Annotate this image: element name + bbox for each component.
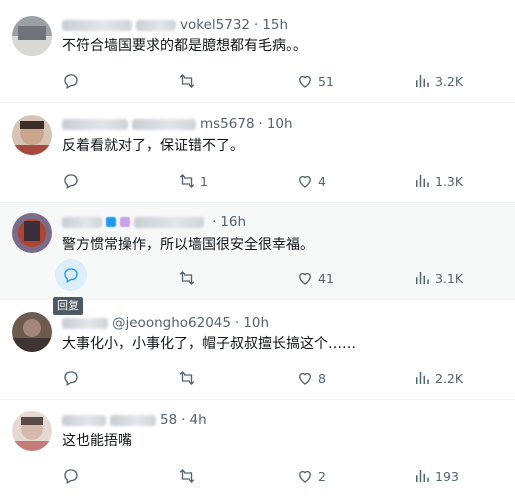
- handle[interactable]: ms5678: [200, 115, 255, 133]
- reply-icon: [62, 72, 80, 90]
- reply-text: 不符合墙国要求的都是臆想都有毛病。。: [62, 38, 307, 54]
- views-button[interactable]: 193: [413, 466, 459, 486]
- reply-item-3[interactable]: · 16h 警方惯常操作，所以墙国很安全很幸福。 41 3.1K: [0, 203, 515, 300]
- reply-header: · 16h: [62, 213, 246, 231]
- reply-item-4[interactable]: @jeoongho62045 · 10h 大事化小，小事化了，帽子叔叔擅长搞这个…: [0, 300, 515, 400]
- views-button[interactable]: 2.2K: [413, 368, 463, 388]
- retweet-button[interactable]: [178, 268, 200, 288]
- retweet-icon: [178, 269, 196, 287]
- views-button[interactable]: 3.1K: [413, 268, 463, 288]
- views-button[interactable]: 3.2K: [413, 71, 463, 91]
- reply-icon: [62, 467, 80, 485]
- views-count: 193: [435, 468, 459, 484]
- reply-header: vokel5732 · 15h: [62, 16, 288, 34]
- like-icon: [296, 467, 314, 485]
- reply-button[interactable]: [55, 259, 87, 291]
- views-icon: [413, 467, 431, 485]
- like-count: 41: [318, 270, 334, 286]
- retweet-icon: [178, 172, 196, 190]
- like-button[interactable]: 2: [296, 466, 326, 486]
- reply-text: 反着看就对了，保证错不了。: [62, 138, 244, 154]
- views-count: 3.2K: [435, 73, 464, 89]
- handle[interactable]: @jeoongho62045: [112, 314, 231, 332]
- emoji-badge-icon: [120, 217, 130, 227]
- retweet-count: 1: [200, 173, 208, 189]
- timestamp[interactable]: 4h: [189, 411, 206, 429]
- retweet-icon: [178, 467, 196, 485]
- reply-button[interactable]: [62, 466, 80, 486]
- handle[interactable]: 58: [160, 411, 177, 429]
- reply-icon: [55, 259, 87, 291]
- timestamp[interactable]: 15h: [262, 16, 288, 34]
- action-bar: 51 3.2K: [0, 71, 515, 91]
- reply-icon: [62, 369, 80, 387]
- display-name-redacted: [62, 19, 132, 31]
- reply-header: ms5678 · 10h: [62, 115, 293, 133]
- timestamp[interactable]: 10h: [267, 115, 293, 133]
- action-bar: 41 3.1K: [0, 259, 515, 291]
- like-icon: [296, 269, 314, 287]
- views-count: 1.3K: [435, 173, 464, 189]
- like-button[interactable]: 51: [296, 71, 334, 91]
- reply-text: 警方惯常操作，所以墙国很安全很幸福。: [62, 237, 314, 253]
- action-bar: 1 4 1.3K: [0, 171, 515, 191]
- like-button[interactable]: 8: [296, 368, 326, 388]
- like-icon: [296, 172, 314, 190]
- display-name-redacted: [62, 216, 102, 228]
- handle-redacted: [132, 118, 196, 130]
- reply-text: 这也能捂嘴: [62, 433, 132, 449]
- like-icon: [296, 72, 314, 90]
- reply-text: 大事化小，小事化了，帽子叔叔擅长搞这个……: [62, 336, 356, 352]
- emoji-badge-icon: [106, 217, 116, 227]
- reply-item-5[interactable]: 58 · 4h 这也能捂嘴 2 193: [0, 400, 515, 499]
- retweet-button[interactable]: [178, 368, 200, 388]
- like-button[interactable]: 4: [296, 171, 326, 191]
- avatar[interactable]: [12, 115, 52, 155]
- reply-item-2[interactable]: ms5678 · 10h 反着看就对了，保证错不了。 1 4 1.3K: [0, 103, 515, 203]
- retweet-button[interactable]: [178, 71, 200, 91]
- handle-redacted: [134, 216, 204, 228]
- views-icon: [413, 269, 431, 287]
- views-icon: [413, 172, 431, 190]
- reply-button[interactable]: [62, 71, 80, 91]
- handle-redacted: [110, 414, 156, 426]
- views-count: 3.1K: [435, 270, 464, 286]
- avatar[interactable]: [12, 312, 52, 352]
- views-button[interactable]: 1.3K: [413, 171, 463, 191]
- avatar[interactable]: [12, 213, 52, 253]
- views-icon: [413, 369, 431, 387]
- reply-header: 58 · 4h: [62, 411, 207, 429]
- avatar[interactable]: [12, 411, 52, 451]
- like-count: 2: [318, 468, 326, 484]
- timestamp[interactable]: 16h: [220, 213, 246, 231]
- views-icon: [413, 72, 431, 90]
- retweet-icon: [178, 369, 196, 387]
- action-bar: 8 2.2K: [0, 368, 515, 388]
- views-count: 2.2K: [435, 370, 464, 386]
- like-button[interactable]: 41: [296, 268, 334, 288]
- display-name-redacted: [62, 414, 106, 426]
- reply-item-1[interactable]: vokel5732 · 15h 不符合墙国要求的都是臆想都有毛病。。 51 3.…: [0, 0, 515, 103]
- like-count: 4: [318, 173, 326, 189]
- like-count: 51: [318, 73, 334, 89]
- avatar[interactable]: [12, 16, 52, 56]
- reply-icon: [62, 172, 80, 190]
- retweet-button[interactable]: [178, 466, 200, 486]
- like-icon: [296, 369, 314, 387]
- reply-header: @jeoongho62045 · 10h: [62, 314, 269, 332]
- handle[interactable]: vokel5732: [180, 16, 250, 34]
- retweet-button[interactable]: 1: [178, 171, 208, 191]
- display-name-redacted: [62, 118, 128, 130]
- action-bar: 2 193: [0, 466, 515, 486]
- reply-button[interactable]: [62, 368, 80, 388]
- timestamp[interactable]: 10h: [243, 314, 269, 332]
- reply-button[interactable]: [62, 171, 80, 191]
- retweet-icon: [178, 72, 196, 90]
- handle-redacted: [136, 19, 176, 31]
- like-count: 8: [318, 370, 326, 386]
- display-name-redacted: [62, 317, 108, 329]
